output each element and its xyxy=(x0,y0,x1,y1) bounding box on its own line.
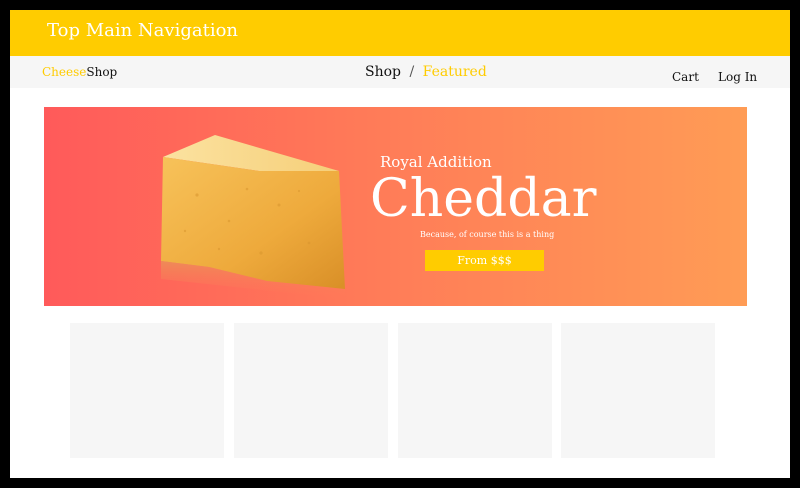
cheddar-wedge-image xyxy=(161,135,345,299)
login-link[interactable]: Log In xyxy=(718,70,757,84)
product-card-placeholder[interactable] xyxy=(561,323,715,458)
breadcrumb: Shop / Featured xyxy=(365,64,487,80)
product-card-placeholder[interactable] xyxy=(234,323,388,458)
logo-text-cheese: Cheese xyxy=(42,65,87,79)
logo-text-shop: Shop xyxy=(86,65,118,79)
sub-navigation: CheeseShop Shop / Featured Cart Log In xyxy=(10,56,790,88)
product-card-placeholder[interactable] xyxy=(70,323,224,458)
hero-tagline: Because, of course this is a thing xyxy=(420,230,555,239)
breadcrumb-shop-link[interactable]: Shop xyxy=(365,64,401,80)
from-price-button[interactable]: From $$$ xyxy=(425,250,544,271)
product-card-placeholder[interactable] xyxy=(398,323,552,458)
account-links: Cart Log In xyxy=(672,66,757,85)
breadcrumb-featured-current: Featured xyxy=(422,64,487,80)
hero-title: Cheddar xyxy=(370,169,597,229)
breadcrumb-separator: / xyxy=(409,64,415,80)
hero-banner: Royal Addition Cheddar Because, of cours… xyxy=(44,107,747,306)
page-frame: Top Main Navigation CheeseShop Shop / Fe… xyxy=(10,10,790,478)
cart-link[interactable]: Cart xyxy=(672,70,699,84)
top-main-navigation: Top Main Navigation xyxy=(10,10,790,56)
site-logo[interactable]: CheeseShop xyxy=(42,65,117,79)
top-nav-title: Top Main Navigation xyxy=(47,20,239,41)
